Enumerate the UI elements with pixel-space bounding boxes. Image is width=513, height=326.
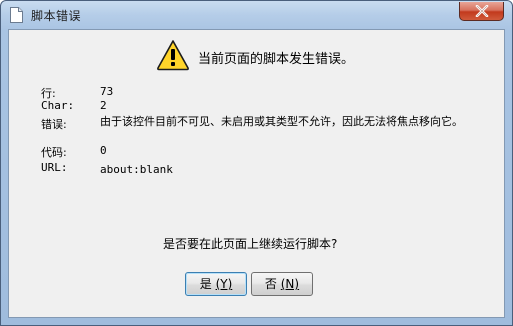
dialog-body: 当前页面的脚本发生错误。 行: 73 Char: 2 错误: 由于该控件目前不可… — [8, 29, 505, 318]
error-headline: 当前页面的脚本发生错误。 — [198, 52, 355, 67]
document-icon — [10, 7, 23, 23]
url-label: URL: — [41, 161, 68, 174]
script-error-dialog: 脚本错误 当前页面的脚本发生错误。 行: 73 Char: 2 错误: 由于该控… — [0, 0, 513, 326]
warning-icon — [156, 39, 190, 71]
char-value: 2 — [100, 99, 107, 112]
code-value: 0 — [100, 144, 107, 157]
close-icon — [475, 5, 489, 17]
char-label: Char: — [41, 99, 75, 112]
yes-button-label: 是 — [199, 277, 212, 291]
code-label: 代码: — [41, 146, 67, 159]
continue-prompt: 是否要在此页面上继续运行脚本? — [163, 237, 338, 251]
no-button-accelerator: (N) — [280, 277, 300, 291]
yes-button-accelerator: (Y) — [215, 277, 233, 291]
title-bar[interactable]: 脚本错误 — [1, 1, 512, 29]
close-button[interactable] — [459, 2, 504, 21]
no-button-label: 否 — [264, 277, 277, 291]
url-value: about:blank — [100, 163, 173, 176]
no-button[interactable]: 否 (N) — [251, 272, 313, 296]
error-label: 错误: — [41, 118, 67, 131]
yes-button[interactable]: 是 (Y) — [185, 272, 247, 296]
error-value: 由于该控件目前不可见、未启用或其类型不允许，因此无法将焦点移向它。 — [100, 115, 463, 128]
window-title: 脚本错误 — [31, 9, 82, 23]
line-value: 73 — [100, 85, 114, 98]
